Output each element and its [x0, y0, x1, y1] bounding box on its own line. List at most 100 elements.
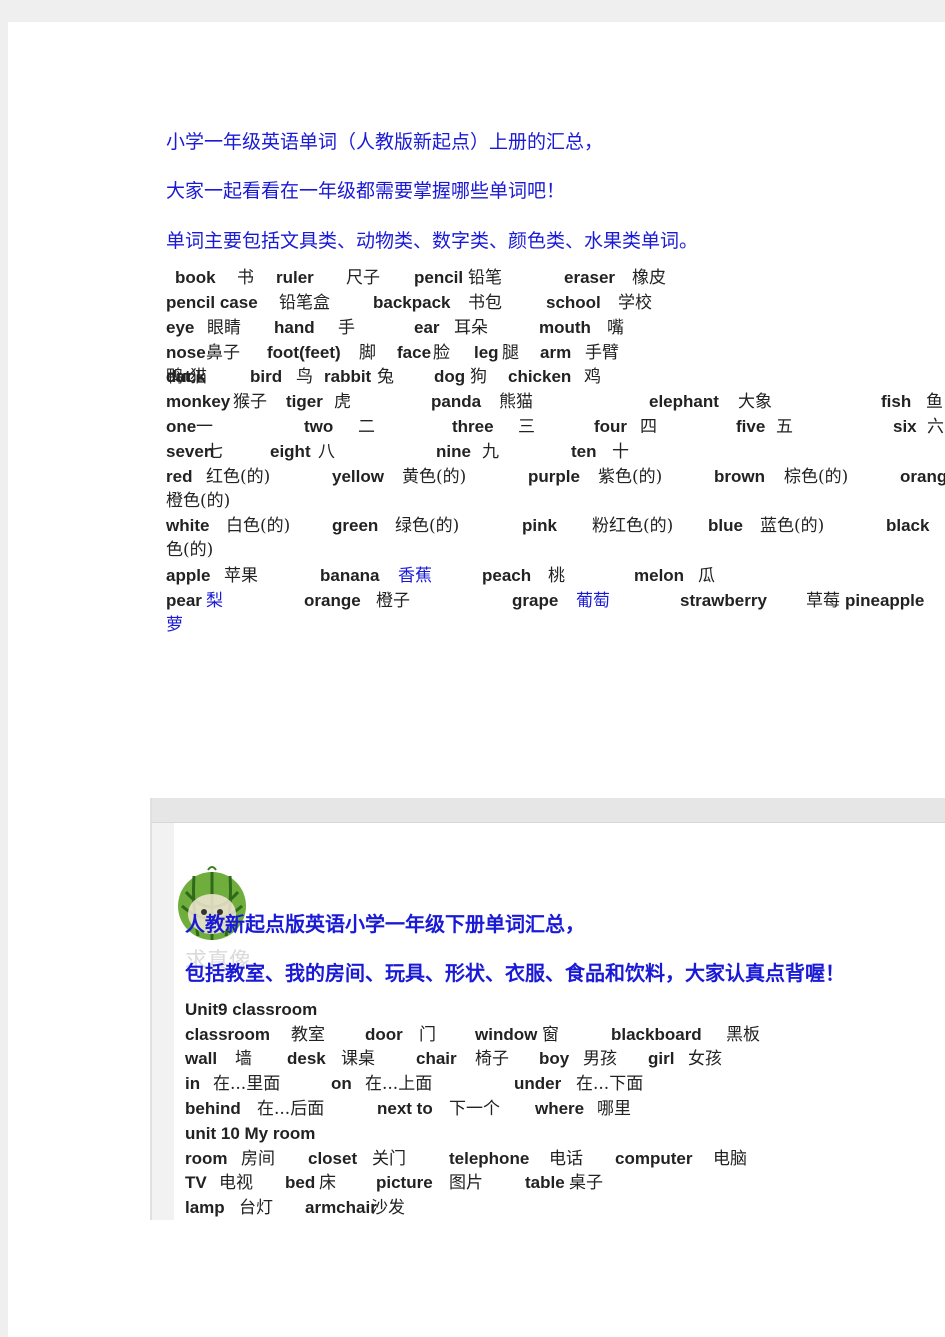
- upper-vocab-row: pencil case 铅笔盒 backpack 书包 school 学校: [166, 291, 945, 315]
- english-word: eye: [166, 318, 195, 337]
- english-word: monkey: [166, 392, 231, 411]
- english-word: pear: [166, 591, 202, 610]
- chinese-meaning: 教室: [291, 1025, 325, 1045]
- chinese-meaning: 门: [419, 1025, 436, 1045]
- english-word: girl: [648, 1049, 675, 1068]
- upper-vocab-row: eye 眼睛 hand 手 ear 耳朵 mouth 嘴: [166, 316, 945, 340]
- english-word: face: [397, 343, 432, 362]
- chinese-meaning: 萝: [166, 615, 183, 635]
- chinese-meaning: 兔: [377, 367, 394, 387]
- lower-vocab-row: room 房间 closet 关门 telephone 电话 computer 电脑: [185, 1147, 945, 1171]
- english-word: ten: [571, 442, 597, 461]
- lower-vocab-row: unit 10 My room: [185, 1122, 945, 1146]
- chinese-meaning: 橙色(的): [166, 491, 231, 511]
- english-word: picture: [376, 1173, 433, 1192]
- english-word: eraser: [564, 268, 616, 287]
- chinese-meaning: 十: [612, 442, 629, 462]
- chinese-meaning: 紫色(的): [598, 467, 663, 487]
- chinese-meaning: 尺子: [346, 268, 380, 288]
- english-word: pineapple: [845, 591, 925, 610]
- english-word: strawberry: [680, 591, 767, 610]
- english-word: classroom: [185, 1025, 271, 1044]
- english-word: eight: [270, 442, 311, 461]
- english-word: chicken: [508, 367, 572, 386]
- chinese-meaning: 沙发: [371, 1198, 405, 1218]
- english-word: purple: [528, 467, 580, 486]
- english-word: table: [525, 1173, 565, 1192]
- chinese-meaning: 白色(的): [226, 516, 291, 536]
- english-word: armchair: [305, 1198, 377, 1217]
- lower-vocab-row: in 在...里面 on 在...上面 under 在...下面: [185, 1072, 945, 1096]
- chinese-meaning: 狗: [470, 367, 487, 387]
- lower-heading-line-1: 人教新起点版英语小学一年级下册单词汇总，: [185, 912, 585, 936]
- chinese-meaning: 哪里: [597, 1099, 631, 1119]
- english-word: six: [893, 417, 917, 436]
- chinese-meaning: 香蕉: [398, 566, 432, 586]
- upper-vocab-row: cat 猫 bird 鸟 rabbit 兔 dog 狗 chicken 鸡 duck 鸭: [166, 365, 945, 389]
- chinese-meaning: 在...上面: [365, 1074, 433, 1094]
- english-word: in: [185, 1074, 201, 1093]
- english-word: rabbit: [324, 367, 372, 386]
- chinese-meaning: 在...下面: [576, 1074, 644, 1094]
- english-word: apple: [166, 566, 211, 585]
- chinese-meaning: 九: [482, 442, 499, 462]
- english-word: orange: [900, 467, 945, 486]
- english-word: computer: [615, 1149, 693, 1168]
- intro-line-2: 大家一起看看在一年级都需要掌握哪些单词吧！: [166, 180, 566, 202]
- english-word: unit 10 My room: [185, 1124, 316, 1143]
- lower-vocab-row: TV 电视 bed 床 picture 图片 table 桌子: [185, 1171, 945, 1195]
- chinese-meaning: 电脑: [713, 1149, 747, 1169]
- chinese-meaning: 手: [338, 318, 355, 338]
- lower-vocab-row: behind 在...后面 next to 下一个 where 哪里: [185, 1097, 945, 1121]
- chinese-meaning: 窗: [542, 1025, 559, 1045]
- chinese-meaning: 在...后面: [257, 1099, 325, 1119]
- chinese-meaning: 鸭: [166, 367, 183, 387]
- english-word: ruler: [276, 268, 314, 287]
- chinese-meaning: 二: [358, 417, 375, 437]
- english-word: closet: [308, 1149, 358, 1168]
- chinese-meaning: 腿: [502, 343, 519, 363]
- chinese-meaning: 床: [319, 1173, 336, 1193]
- english-word: black: [886, 516, 930, 535]
- chinese-meaning: 脚: [359, 343, 376, 363]
- english-word: leg: [474, 343, 499, 362]
- english-word: two: [304, 417, 334, 436]
- english-word: window: [475, 1025, 538, 1044]
- upper-vocab-row: book 书 ruler 尺子 pencil 铅笔 eraser 橡皮: [166, 266, 945, 290]
- chinese-meaning: 手臂: [585, 343, 619, 363]
- english-word: blue: [708, 516, 743, 535]
- chinese-meaning: 铅笔盒: [279, 293, 330, 313]
- english-word: orange: [304, 591, 361, 610]
- chinese-meaning: 五: [776, 417, 793, 437]
- english-word: hand: [274, 318, 315, 337]
- chinese-meaning: 椅子: [475, 1049, 509, 1069]
- upper-vocab-row: monkey 猴子 tiger 虎 panda 熊猫 elephant 大象 fish 鱼: [166, 390, 945, 414]
- chinese-meaning: 大象: [738, 392, 772, 412]
- english-word: foot(feet): [267, 343, 341, 362]
- chinese-meaning: 苹果: [224, 566, 258, 586]
- chinese-meaning: 女孩: [688, 1049, 722, 1069]
- chinese-meaning: 电话: [549, 1149, 583, 1169]
- chinese-meaning: 书包: [468, 293, 502, 313]
- chinese-meaning: 色(的): [166, 540, 214, 560]
- chinese-meaning: 猴子: [233, 392, 267, 412]
- english-word: bed: [285, 1173, 316, 1192]
- chinese-meaning: 嘴: [607, 318, 624, 338]
- english-word: blackboard: [611, 1025, 702, 1044]
- upper-vocab-row: pear 梨 orange 橙子 grape 葡萄 strawberry 草莓 pineappl…: [166, 589, 945, 613]
- english-word: boy: [539, 1049, 570, 1068]
- chinese-meaning: 四: [640, 417, 657, 437]
- english-word: book: [175, 268, 216, 287]
- english-word: arm: [540, 343, 572, 362]
- english-word: pencil case: [166, 293, 258, 312]
- chinese-meaning: 梨: [206, 591, 223, 611]
- english-word: wall: [185, 1049, 218, 1068]
- english-word: red: [166, 467, 193, 486]
- chinese-meaning: 关门: [372, 1149, 406, 1169]
- chinese-meaning: 八: [318, 442, 335, 462]
- chinese-meaning: 三: [518, 417, 535, 437]
- english-word: nose: [166, 343, 206, 362]
- chinese-meaning: 橡皮: [632, 268, 666, 288]
- chinese-meaning: 绿色(的): [395, 516, 460, 536]
- english-word: lamp: [185, 1198, 225, 1217]
